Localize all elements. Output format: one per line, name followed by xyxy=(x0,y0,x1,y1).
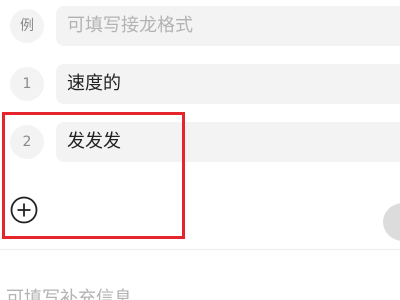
example-row: 例 可填写接龙格式 xyxy=(6,6,400,46)
item-number: 2 xyxy=(10,125,44,159)
divider xyxy=(0,249,400,250)
item-number: 1 xyxy=(10,67,44,101)
example-badge: 例 xyxy=(10,9,44,43)
relay-item-input[interactable]: 速度的 xyxy=(56,64,400,104)
relay-item-input[interactable]: 发发发 xyxy=(56,122,400,162)
relay-item-2: 2 发发发 xyxy=(6,122,400,162)
relay-item-1: 1 速度的 xyxy=(6,64,400,104)
extra-info-input[interactable]: 可填写补充信息 xyxy=(6,284,132,300)
format-example-input[interactable]: 可填写接龙格式 xyxy=(56,6,400,46)
relay-editor: 例 可填写接龙格式 1 速度的 2 发发发 可填写补充信息 xyxy=(0,0,400,300)
floating-button-edge[interactable] xyxy=(383,203,400,241)
add-item-button[interactable] xyxy=(10,196,38,224)
